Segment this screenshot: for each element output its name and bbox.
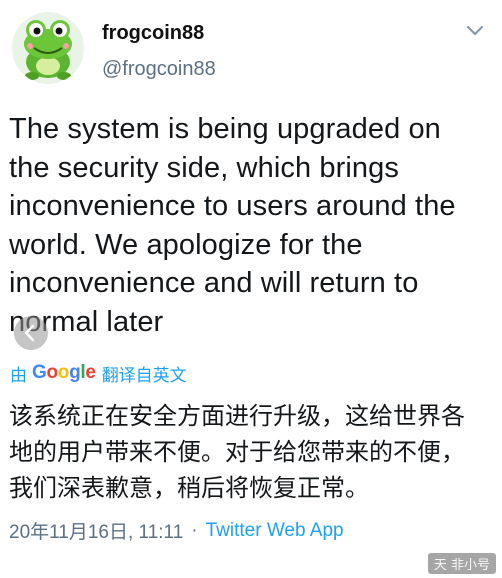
- watermark: 天 非小号: [427, 553, 496, 574]
- chevron-down-icon[interactable]: [466, 24, 484, 38]
- translated-text: 该系统正在安全方面进行升级，这给世界各地的用户带来不便。对于给您带来的不便，我们…: [9, 402, 465, 502]
- tweet-timestamp[interactable]: 20年11月16日, 11:11: [9, 517, 183, 544]
- translation-source-label: 翻译自英文: [101, 365, 187, 385]
- frog-avatar-icon: [24, 20, 72, 80]
- back-arrow-icon[interactable]: [14, 316, 48, 350]
- tweet-meta: 20年11月16日, 11:11 · Twitter Web App: [9, 517, 344, 544]
- meta-separator: ·: [191, 519, 198, 541]
- translation-attribution[interactable]: 由 Google 翻译自英文: [10, 362, 187, 385]
- google-logo: Google: [32, 362, 96, 383]
- tweet-text: The system is being upgraded on the secu…: [9, 113, 456, 338]
- tweet-card: frogcoin88 @frogcoin88 The system is bei…: [0, 0, 502, 578]
- tweet-source-link[interactable]: Twitter Web App: [206, 520, 344, 542]
- user-handle[interactable]: @frogcoin88: [102, 58, 216, 81]
- avatar[interactable]: [12, 12, 84, 84]
- display-name[interactable]: frogcoin88: [102, 22, 204, 45]
- translated-by-prefix: 由: [10, 365, 27, 385]
